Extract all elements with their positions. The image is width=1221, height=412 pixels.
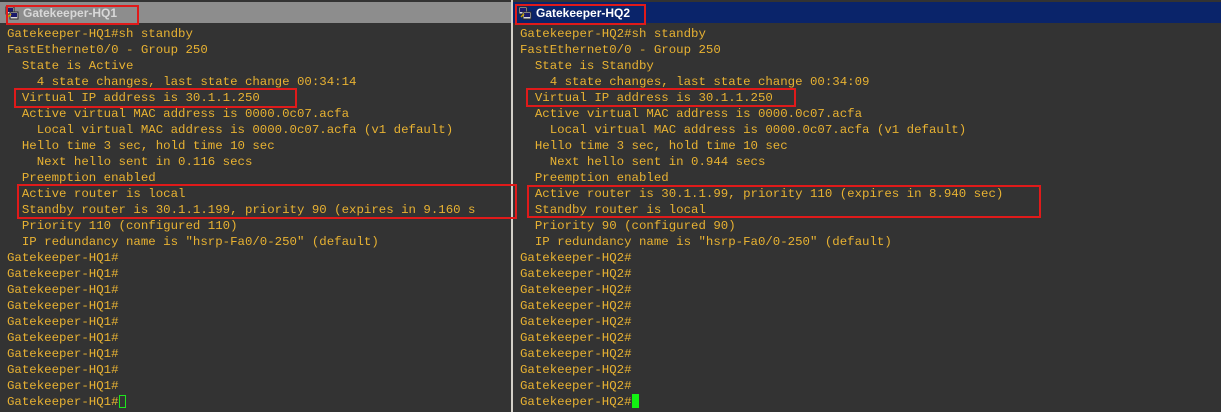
terminal-line: IP redundancy name is "hsrp-Fa0/0-250" (… [7, 235, 379, 249]
terminal-line: Gatekeeper-HQ2# [520, 315, 632, 329]
window-title-hq1: Gatekeeper-HQ1 [23, 5, 118, 20]
terminal-line: 4 state changes, last state change 00:34… [520, 75, 870, 89]
terminal-prompt: Gatekeeper-HQ1# [7, 395, 119, 409]
window-title-hq2: Gatekeeper-HQ2 [536, 5, 631, 20]
terminal-line: Preemption enabled [520, 171, 669, 185]
terminal-line: Hello time 3 sec, hold time 10 sec [520, 139, 788, 153]
terminal-window-hq2[interactable]: Gatekeeper-HQ2 Gatekeeper-HQ2#sh standby… [513, 0, 1221, 412]
terminal-line: Gatekeeper-HQ1# [7, 267, 119, 281]
terminal-line: State is Standby [520, 59, 654, 73]
terminal-line: Gatekeeper-HQ1#sh standby [7, 27, 193, 41]
terminal-line: FastEthernet0/0 - Group 250 [520, 43, 721, 57]
terminal-line: Gatekeeper-HQ1# [7, 315, 119, 329]
terminal-line: Priority 90 (configured 90) [520, 219, 736, 233]
terminal-line: Next hello sent in 0.944 secs [520, 155, 766, 169]
terminal-line: Gatekeeper-HQ1# [7, 363, 119, 377]
terminal-line: Standby router is local [520, 203, 706, 217]
terminal-line: Gatekeeper-HQ2# [520, 347, 632, 361]
terminal-line: Preemption enabled [7, 171, 156, 185]
terminal-line: Gatekeeper-HQ2# [520, 331, 632, 345]
terminal-line: 4 state changes, last state change 00:34… [7, 75, 357, 89]
terminal-line: Virtual IP address is 30.1.1.250 [7, 91, 260, 105]
terminal-prompt-line[interactable]: Gatekeeper-HQ2# [520, 394, 1003, 410]
terminal-cursor [631, 394, 639, 408]
terminal-cursor [118, 395, 126, 408]
terminal-line: Local virtual MAC address is 0000.0c07.a… [520, 123, 967, 137]
terminal-line: Active virtual MAC address is 0000.0c07.… [7, 107, 350, 121]
terminal-line: Virtual IP address is 30.1.1.250 [520, 91, 773, 105]
putty-terminal-icon [518, 6, 532, 19]
putty-terminal-icon [5, 6, 19, 19]
terminal-line: IP redundancy name is "hsrp-Fa0/0-250" (… [520, 235, 892, 249]
terminal-line: Active router is local [7, 187, 186, 201]
terminal-line: Active virtual MAC address is 0000.0c07.… [520, 107, 863, 121]
terminal-line: Gatekeeper-HQ1# [7, 283, 119, 297]
terminal-line: Gatekeeper-HQ1# [7, 299, 119, 313]
terminal-line: FastEthernet0/0 - Group 250 [7, 43, 208, 57]
terminal-line: Hello time 3 sec, hold time 10 sec [7, 139, 275, 153]
terminal-window-hq1[interactable]: Gatekeeper-HQ1 Gatekeeper-HQ1#sh standby… [0, 0, 511, 412]
terminal-line: Gatekeeper-HQ2#sh standby [520, 27, 706, 41]
terminal-line: Gatekeeper-HQ1# [7, 251, 119, 265]
terminal-line: Gatekeeper-HQ2# [520, 267, 632, 281]
terminal-line: Gatekeeper-HQ2# [520, 283, 632, 297]
terminal-output-hq1[interactable]: Gatekeeper-HQ1#sh standby FastEthernet0/0… [7, 26, 475, 410]
terminal-line: Priority 110 (configured 110) [7, 219, 238, 233]
window-titlebar-hq1[interactable]: Gatekeeper-HQ1 [0, 2, 511, 23]
terminal-line: State is Active [7, 59, 134, 73]
terminal-line: Gatekeeper-HQ2# [520, 251, 632, 265]
terminal-prompt-line[interactable]: Gatekeeper-HQ1# [7, 394, 475, 410]
terminal-line: Gatekeeper-HQ1# [7, 379, 119, 393]
terminal-prompt: Gatekeeper-HQ2# [520, 395, 632, 409]
terminal-line: Standby router is 30.1.1.199, priority 9… [7, 203, 476, 217]
terminal-output-hq2[interactable]: Gatekeeper-HQ2#sh standby FastEthernet0/0… [520, 26, 1003, 410]
window-titlebar-hq2[interactable]: Gatekeeper-HQ2 [513, 2, 1221, 23]
terminal-line: Gatekeeper-HQ2# [520, 379, 632, 393]
terminal-line: Gatekeeper-HQ2# [520, 363, 632, 377]
terminal-line: Active router is 30.1.1.99, priority 110… [520, 187, 1004, 201]
terminal-line: Local virtual MAC address is 0000.0c07.a… [7, 123, 454, 137]
terminal-line: Gatekeeper-HQ1# [7, 347, 119, 361]
terminal-line: Next hello sent in 0.116 secs [7, 155, 253, 169]
terminal-line: Gatekeeper-HQ1# [7, 331, 119, 345]
terminal-line: Gatekeeper-HQ2# [520, 299, 632, 313]
